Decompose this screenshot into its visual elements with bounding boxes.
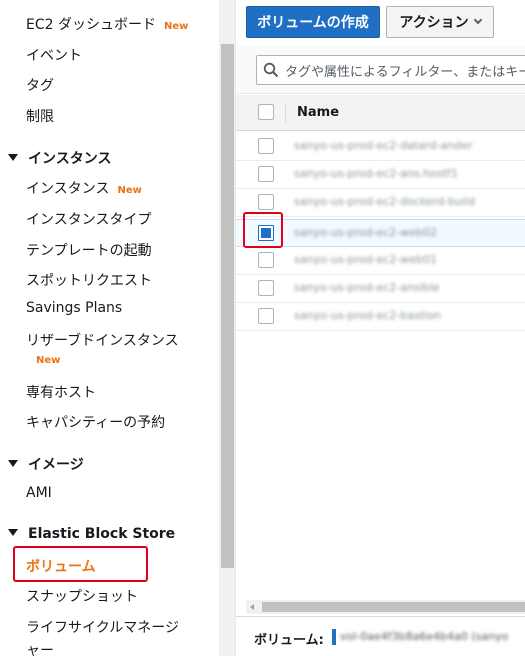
caret-down-icon	[8, 460, 18, 467]
main-content: ボリュームの作成 アクション タグや属性によるフィルター、またはキー Name …	[236, 0, 525, 656]
row-checkbox[interactable]	[258, 280, 274, 296]
volume-name-cell: sanyo-us-prod-ec2-bastion	[294, 309, 441, 322]
table-header: Name	[236, 95, 525, 131]
volume-name-cell: sanyo-us-prod-ec2-web02	[294, 226, 437, 239]
row-checkbox[interactable]	[258, 252, 274, 268]
column-header-name[interactable]: Name	[297, 105, 339, 120]
sidebar-item-spot-requests[interactable]: スポットリクエスト	[26, 270, 152, 290]
sidebar-item-dedicated-hosts[interactable]: 専有ホスト	[26, 382, 96, 402]
sidebar-item-snapshots[interactable]: スナップショット	[26, 586, 138, 606]
caret-down-icon	[8, 154, 18, 161]
scroll-left-arrow-icon[interactable]	[250, 604, 254, 610]
horizontal-scrollbar[interactable]	[246, 600, 525, 614]
filter-bar: タグや属性によるフィルター、またはキー	[236, 46, 525, 94]
new-badge: New	[163, 21, 189, 32]
filter-input[interactable]: タグや属性によるフィルター、またはキー	[256, 55, 525, 85]
row-checkbox[interactable]	[258, 138, 274, 154]
scrollbar-thumb[interactable]	[262, 602, 525, 612]
sidebar-section-ebs[interactable]: Elastic Block Store	[8, 526, 175, 542]
table-row[interactable]: sanyo-us-prod-ec2-datard-ander	[236, 133, 525, 161]
sidebar-item-label: インスタンス	[26, 181, 110, 197]
section-label: イメージ	[28, 457, 84, 473]
actions-button[interactable]: アクション	[386, 6, 494, 38]
sidebar-item-instances[interactable]: インスタンス New	[26, 178, 142, 198]
new-badge: New	[117, 185, 142, 196]
chevron-down-icon	[473, 15, 482, 25]
select-all-checkbox[interactable]	[258, 104, 274, 120]
sidebar-item-capacity-reservations[interactable]: キャパシティーの予約	[26, 412, 165, 432]
row-checkbox[interactable]	[258, 166, 274, 182]
table-row[interactable]: sanyo-us-prod-ec2-ans.hostf1	[236, 161, 525, 189]
table-row[interactable]: sanyo-us-prod-ec2-web01	[236, 247, 525, 275]
volume-name-cell: sanyo-us-prod-ec2-ans.hostf1	[294, 167, 458, 180]
sidebar-section-images[interactable]: イメージ	[8, 454, 84, 474]
detail-volume-id: vol-0ae4f3b8a6e4b4a0 (sanyo	[340, 630, 509, 643]
volume-name-cell: sanyo-us-prod-ec2-datard-ander	[294, 139, 473, 152]
new-badge: New	[36, 355, 61, 366]
create-volume-button[interactable]: ボリュームの作成	[246, 6, 380, 38]
table-row[interactable]: sanyo-us-prod-ec2-ansible	[236, 275, 525, 303]
table-row[interactable]: sanyo-us-prod-ec2-bastion	[236, 303, 525, 331]
detail-accent-bar	[332, 629, 336, 645]
sidebar-item-reserved-instances[interactable]: リザーブドインスタンス	[26, 330, 179, 350]
sidebar-section-instances[interactable]: インスタンス	[8, 148, 111, 168]
sidebar-scrollbar[interactable]	[219, 0, 235, 656]
sidebar-item-volumes[interactable]: ボリューム	[26, 556, 96, 576]
sidebar-item-label: ャー	[26, 643, 54, 656]
selected-row-highlight-box	[243, 212, 283, 248]
section-label: Elastic Block Store	[28, 526, 176, 542]
volume-name-cell: sanyo-us-prod-ec2-dockerd-build	[294, 195, 476, 208]
detail-panel: ボリューム: vol-0ae4f3b8a6e4b4a0 (sanyo	[236, 616, 525, 656]
sidebar-item-events[interactable]: イベント	[26, 45, 82, 65]
sidebar-item-launch-templates[interactable]: テンプレートの起動	[26, 240, 152, 260]
row-checkbox[interactable]	[258, 194, 274, 210]
detail-label: ボリューム:	[254, 633, 324, 648]
sidebar-item-savings-plans[interactable]: Savings Plans	[26, 300, 122, 316]
sidebar-item-ami[interactable]: AMI	[26, 485, 52, 501]
sidebar-item-instance-types[interactable]: インスタンスタイプ	[26, 209, 151, 229]
actions-label: アクション	[399, 15, 469, 31]
filter-placeholder: タグや属性によるフィルター、またはキー	[285, 64, 525, 80]
volume-name-cell: sanyo-us-prod-ec2-web01	[294, 253, 437, 266]
volume-name-cell: sanyo-us-prod-ec2-ansible	[294, 281, 440, 294]
row-checkbox[interactable]	[258, 308, 274, 324]
column-divider	[285, 103, 286, 123]
sidebar-item-ec2-dashboard[interactable]: EC2 ダッシュボード New	[26, 14, 188, 34]
sidebar-item-label: EC2 ダッシュボード	[26, 17, 156, 33]
sidebar-item-lifecycle-manager[interactable]: ライフサイクルマネージ ャー	[26, 617, 179, 656]
sidebar-nav: EC2 ダッシュボード New イベント タグ 制限 インスタンス インスタンス N…	[0, 0, 236, 656]
search-icon	[263, 62, 279, 78]
caret-down-icon	[8, 529, 18, 536]
sidebar-item-tags[interactable]: タグ	[26, 75, 54, 95]
sidebar-item-limits[interactable]: 制限	[26, 106, 54, 126]
sidebar-item-label: ライフサイクルマネージ	[26, 620, 180, 636]
section-label: インスタンス	[28, 151, 112, 167]
scrollbar-thumb[interactable]	[221, 44, 234, 568]
